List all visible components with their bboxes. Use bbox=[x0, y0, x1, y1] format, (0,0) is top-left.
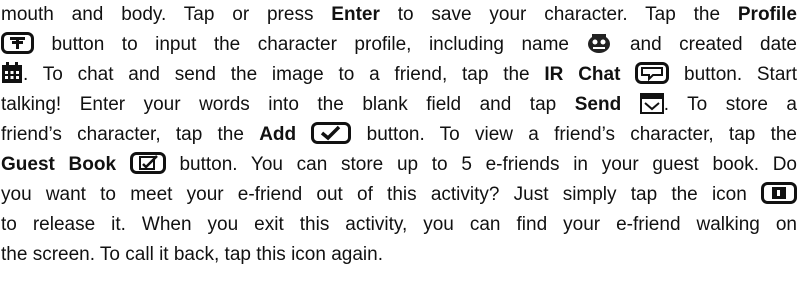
line-3: . To chat and send the image to a friend… bbox=[1, 60, 797, 90]
add-icon bbox=[311, 122, 352, 144]
profile-icon bbox=[1, 32, 34, 54]
text: button to input the character profile, i… bbox=[34, 34, 587, 55]
button-name-ir-chat: IR Chat bbox=[544, 64, 621, 85]
text: . To store a bbox=[663, 94, 798, 115]
ir-chat-icon bbox=[635, 62, 670, 84]
text: . To chat and send the image to a friend… bbox=[23, 64, 545, 85]
line-2: button to input the character profile, i… bbox=[1, 30, 797, 60]
button-name-add: Add bbox=[259, 124, 297, 145]
line-4: talking! Enter your words into the blank… bbox=[1, 90, 797, 120]
manual-paragraph: mouth and body. Tap or press Enter to sa… bbox=[1, 0, 797, 270]
send-icon bbox=[639, 92, 664, 114]
name-icon bbox=[586, 32, 612, 54]
line-6: Guest Book button. You can store up to 5… bbox=[1, 150, 797, 180]
line-5: friend’s character, tap the Add button. … bbox=[1, 120, 797, 150]
button-name-send: Send bbox=[574, 94, 622, 115]
release-icon bbox=[761, 182, 797, 204]
button-name-guest-book: Guest Book bbox=[1, 154, 117, 175]
text: button. To view a friend’s character, ta… bbox=[351, 124, 798, 145]
line-8: to release it. When you exit this activi… bbox=[1, 210, 797, 240]
line-9: the screen. To call it back, tap this ic… bbox=[1, 240, 797, 270]
text: button. You can store up to 5 e-friends … bbox=[165, 154, 797, 175]
text: talking! Enter your words into the blank… bbox=[1, 94, 575, 115]
line-7: you want to meet your e-friend out of th… bbox=[1, 180, 797, 210]
date-icon bbox=[1, 62, 23, 84]
text: button. Start bbox=[669, 64, 798, 85]
key-enter: Enter bbox=[331, 4, 380, 25]
text: to save your character. Tap the bbox=[379, 4, 738, 25]
line-1: mouth and body. Tap or press Enter to sa… bbox=[1, 0, 797, 30]
text: the screen. To call it back, tap this ic… bbox=[1, 244, 383, 265]
guest-book-icon bbox=[129, 152, 166, 174]
text: and created date bbox=[612, 34, 797, 55]
text: mouth and body. Tap or press bbox=[1, 4, 332, 25]
text: friend’s character, tap the bbox=[1, 124, 260, 145]
text: you want to meet your e-friend out of th… bbox=[1, 184, 747, 205]
button-name-profile: Profile bbox=[737, 4, 797, 25]
text: to release it. When you exit this activi… bbox=[1, 214, 797, 235]
